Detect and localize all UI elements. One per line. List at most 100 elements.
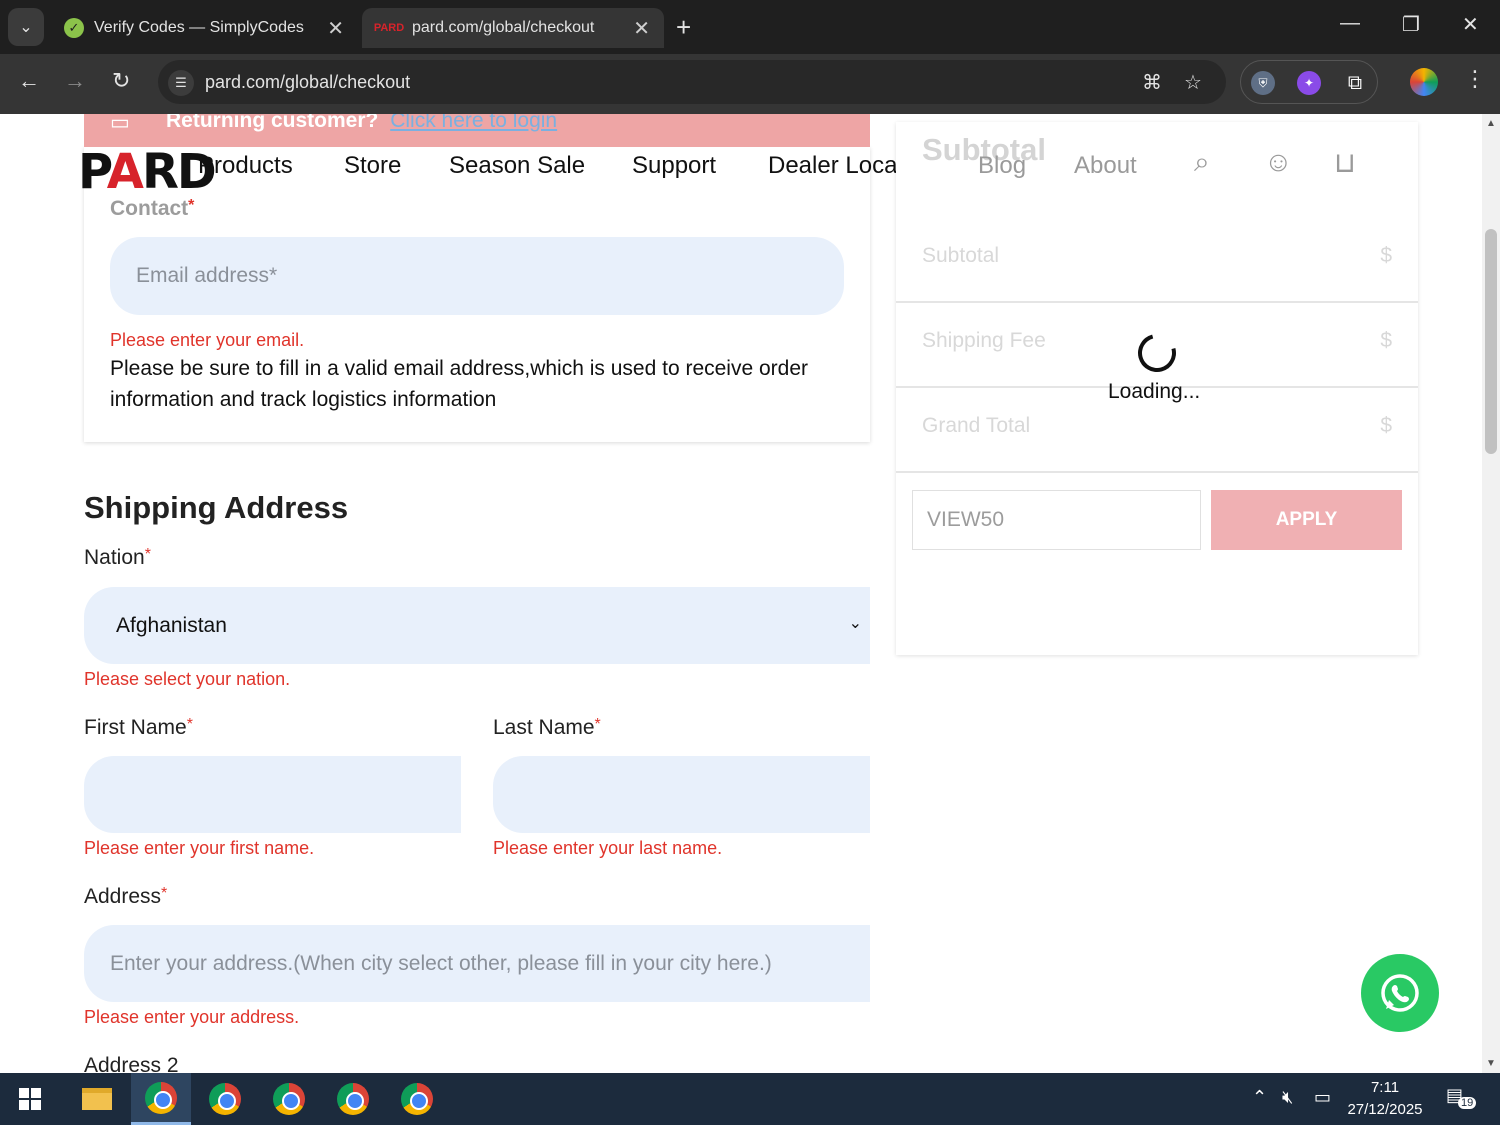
first-name-label: First Name* bbox=[84, 716, 193, 739]
start-button[interactable] bbox=[0, 1073, 60, 1125]
chrome-icon bbox=[209, 1083, 241, 1115]
chrome-icon bbox=[337, 1083, 369, 1115]
nation-error: Please select your nation. bbox=[84, 669, 291, 689]
chrome-icon bbox=[401, 1083, 433, 1115]
grand-total-value: $ bbox=[1380, 414, 1392, 437]
reload-icon[interactable]: ↻ bbox=[112, 68, 130, 94]
taskbar-chrome-2[interactable] bbox=[195, 1073, 255, 1125]
nav-blog[interactable]: Blog bbox=[978, 152, 1026, 180]
nav-products[interactable]: Products bbox=[198, 152, 293, 180]
address-2-label: Address 2 bbox=[84, 1054, 179, 1073]
notification-center-button[interactable]: ▤ 19 bbox=[1446, 1085, 1477, 1109]
browser-menu-icon[interactable]: ⋮ bbox=[1464, 66, 1486, 92]
email-placeholder: Email address* bbox=[136, 264, 278, 287]
first-name-error: Please enter your first name. bbox=[84, 838, 315, 858]
close-tab-icon[interactable]: ✕ bbox=[633, 16, 650, 41]
shipping-address-heading: Shipping Address bbox=[84, 490, 349, 525]
translate-icon[interactable]: ⌘ bbox=[1142, 70, 1162, 95]
contact-label: Contact* bbox=[110, 197, 195, 220]
address-label: Address* bbox=[84, 885, 168, 908]
back-arrow-icon[interactable]: ← bbox=[18, 68, 40, 94]
subtotal-row: Subtotal $ bbox=[896, 218, 1418, 303]
loading-text: Loading... bbox=[1108, 380, 1201, 403]
shipping-fee-label: Shipping Fee bbox=[922, 329, 1046, 352]
bookmark-star-icon[interactable]: ☆ bbox=[1184, 70, 1202, 95]
email-field[interactable]: Email address* bbox=[110, 237, 844, 315]
coupon-code-input[interactable]: VIEW50 bbox=[912, 490, 1201, 550]
shield-extension-icon[interactable]: ⛨ bbox=[1251, 71, 1275, 95]
nav-season-sale[interactable]: Season Sale bbox=[449, 152, 585, 180]
site-info-icon[interactable]: ☰ bbox=[168, 70, 194, 96]
whatsapp-icon bbox=[1381, 974, 1419, 1012]
nav-store[interactable]: Store bbox=[344, 152, 401, 180]
login-link[interactable]: Click here to login bbox=[390, 114, 557, 132]
close-tab-icon[interactable]: ✕ bbox=[327, 16, 344, 41]
page-viewport: Contact* Email address* Please enter you… bbox=[0, 114, 1482, 1073]
folder-icon bbox=[82, 1088, 112, 1110]
chevron-down-icon: ⌄ bbox=[848, 615, 862, 632]
profile-avatar-icon[interactable] bbox=[1410, 68, 1438, 96]
close-window-icon[interactable]: ✕ bbox=[1462, 12, 1479, 37]
nav-support[interactable]: Support bbox=[632, 152, 716, 180]
url-text[interactable]: pard.com/global/checkout bbox=[205, 72, 410, 93]
whatsapp-button[interactable] bbox=[1361, 954, 1439, 1032]
address-field[interactable]: Enter your address.(When city select oth… bbox=[84, 925, 870, 1002]
taskbar-chrome-3[interactable] bbox=[259, 1073, 319, 1125]
chevron-down-icon: ⌄ bbox=[19, 19, 33, 36]
clock-time: 7:11 bbox=[1370, 1079, 1400, 1096]
purple-extension-icon[interactable]: ✦ bbox=[1297, 71, 1321, 95]
taskbar-chrome-5[interactable] bbox=[387, 1073, 447, 1125]
taskbar-clock[interactable]: 7:11 27/12/2025 bbox=[1340, 1077, 1430, 1121]
page-scrollbar[interactable]: ▲ ▼ bbox=[1482, 114, 1500, 1073]
pard-logo[interactable]: PARD bbox=[78, 144, 217, 200]
address-placeholder: Enter your address.(When city select oth… bbox=[110, 952, 772, 975]
first-name-field[interactable] bbox=[84, 756, 461, 833]
extensions-group: ⛨ ✦ ⧉ bbox=[1240, 60, 1378, 104]
scroll-up-icon[interactable]: ▲ bbox=[1486, 118, 1496, 129]
taskbar-chrome-4[interactable] bbox=[323, 1073, 383, 1125]
tray-chevron-up-icon[interactable]: ⌃ bbox=[1252, 1087, 1267, 1108]
nav-about[interactable]: About bbox=[1074, 152, 1137, 180]
nation-selected-value: Afghanistan bbox=[116, 614, 227, 637]
chrome-icon bbox=[145, 1081, 177, 1114]
speaker-muted-icon[interactable]: 🔇︎ bbox=[1282, 1087, 1293, 1108]
network-icon[interactable]: ▭ bbox=[1314, 1087, 1331, 1108]
cart-icon[interactable]: ⊔ bbox=[1334, 146, 1356, 179]
tab-simplycodes[interactable]: ✓ Verify Codes — SimplyCodes ✕ bbox=[50, 8, 358, 48]
new-tab-icon[interactable]: + bbox=[676, 12, 691, 43]
minimize-icon[interactable]: — bbox=[1340, 12, 1360, 35]
account-icon[interactable]: ☺ bbox=[1264, 146, 1293, 178]
file-explorer-button[interactable] bbox=[67, 1073, 127, 1125]
browser-tabstrip: ⌄ ✓ Verify Codes — SimplyCodes ✕ PARD pa… bbox=[0, 0, 1500, 54]
restore-icon[interactable]: ❐ bbox=[1402, 12, 1420, 37]
apply-coupon-button[interactable]: APPLY bbox=[1211, 490, 1402, 550]
tab-title: Verify Codes — SimplyCodes bbox=[94, 19, 304, 36]
windows-logo-icon bbox=[19, 1088, 41, 1110]
last-name-field[interactable] bbox=[493, 756, 870, 833]
forward-arrow-icon[interactable]: → bbox=[64, 68, 86, 94]
taskbar-chrome-1[interactable] bbox=[131, 1073, 191, 1125]
simplycodes-favicon-icon: ✓ bbox=[64, 18, 84, 38]
email-error: Please enter your email. bbox=[110, 330, 305, 350]
nation-select[interactable]: Afghanistan ⌄ bbox=[84, 587, 870, 664]
returning-customer-bar: ▭ Returning customer? Click here to logi… bbox=[84, 114, 870, 147]
last-name-label: Last Name* bbox=[493, 716, 601, 739]
browser-toolbar: ← → ↻ ☰ pard.com/global/checkout ⌘ ☆ ⛨ ✦… bbox=[0, 54, 1500, 114]
notification-count: 19 bbox=[1458, 1097, 1477, 1109]
address-bar[interactable]: ☰ pard.com/global/checkout ⌘ ☆ bbox=[158, 60, 1226, 104]
user-card-icon: ▭ bbox=[110, 114, 130, 134]
scrollbar-thumb[interactable] bbox=[1485, 229, 1497, 454]
chrome-icon bbox=[273, 1083, 305, 1115]
tab-pard-checkout[interactable]: PARD pard.com/global/checkout ✕ bbox=[362, 8, 664, 48]
grand-total-label: Grand Total bbox=[922, 414, 1031, 437]
last-name-error: Please enter your last name. bbox=[493, 838, 723, 858]
scroll-down-icon[interactable]: ▼ bbox=[1486, 1058, 1496, 1069]
windows-taskbar: ⌃ 🔇︎ ▭ 7:11 27/12/2025 ▤ 19 bbox=[0, 1073, 1500, 1125]
search-icon[interactable]: ⌕ bbox=[1194, 146, 1210, 179]
tab-search-button[interactable]: ⌄ bbox=[8, 8, 44, 46]
login-prompt: Returning customer? bbox=[166, 114, 379, 132]
extensions-puzzle-icon[interactable]: ⧉ bbox=[1343, 71, 1367, 95]
nation-label: Nation* bbox=[84, 546, 151, 569]
tab-title: pard.com/global/checkout bbox=[412, 19, 595, 36]
subtotal-value: $ bbox=[1380, 244, 1392, 267]
